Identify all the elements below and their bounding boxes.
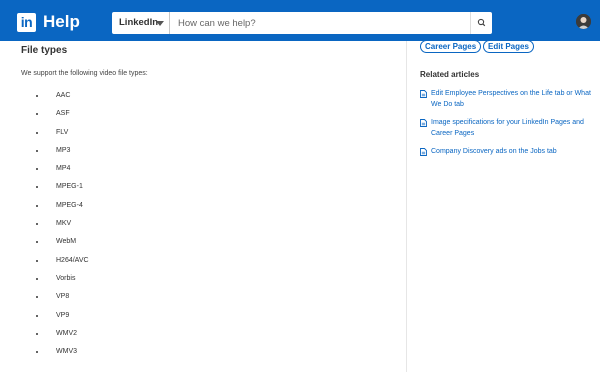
top-header: in Help LinkedIn — [0, 0, 600, 41]
file-type: H264/AVC — [56, 256, 89, 264]
bullet — [36, 204, 38, 207]
help-title[interactable]: Help — [43, 11, 80, 33]
bullet — [36, 223, 38, 226]
tag-edit-pages[interactable]: Edit Pages — [483, 40, 534, 53]
search-scope-label: LinkedIn — [119, 17, 159, 28]
document-icon — [420, 90, 427, 98]
page-title: File types — [21, 45, 68, 56]
file-type: VP9 — [56, 311, 70, 319]
bullet — [36, 296, 38, 299]
bullet — [36, 149, 38, 152]
bullet — [36, 259, 38, 262]
file-type: MP4 — [56, 165, 71, 173]
tag-career-pages[interactable]: Career Pages — [420, 40, 482, 53]
bullet — [36, 314, 38, 317]
file-type: MPEG-4 — [56, 201, 83, 209]
file-type: MP3 — [56, 146, 71, 154]
related-articles-heading: Related articles — [420, 70, 480, 79]
search-scope-dropdown[interactable]: LinkedIn — [112, 12, 170, 34]
intro-text: We support the following video file type… — [21, 70, 148, 77]
linkedin-logo[interactable]: in — [17, 13, 36, 32]
avatar-image — [576, 14, 591, 29]
bullet — [36, 351, 38, 354]
file-type: WMV2 — [56, 329, 77, 337]
file-type: MKV — [56, 220, 72, 228]
bullet — [36, 241, 38, 244]
search-input[interactable] — [178, 12, 468, 34]
bullet — [36, 95, 38, 97]
file-type: AAC — [56, 92, 71, 99]
file-type: Vorbis — [56, 274, 76, 282]
bullet — [36, 277, 38, 280]
file-type: FLV — [56, 128, 69, 136]
document-icon — [420, 119, 427, 127]
column-divider — [406, 41, 407, 372]
related-article-link[interactable]: Company Discovery ads on the Jobs tab — [431, 147, 596, 158]
caret-down-icon — [156, 21, 164, 26]
document-icon — [420, 148, 427, 156]
file-type: WebM — [56, 238, 77, 246]
bullet — [36, 168, 38, 171]
search-box: LinkedIn — [112, 12, 492, 34]
bullet — [36, 186, 38, 189]
file-type: ASF — [56, 110, 70, 118]
search-button[interactable] — [470, 12, 492, 34]
related-article-link[interactable]: Image specifications for your LinkedIn P… — [431, 118, 596, 139]
file-type: MPEG-1 — [56, 183, 83, 191]
file-type: WMV3 — [56, 348, 77, 356]
bullet — [36, 332, 38, 335]
bullet — [36, 113, 38, 116]
related-article-link[interactable]: Edit Employee Perspectives on the Life t… — [431, 89, 596, 110]
bullet — [36, 131, 38, 134]
avatar[interactable] — [576, 14, 591, 29]
file-type: VP8 — [56, 293, 70, 301]
search-icon — [477, 18, 486, 27]
